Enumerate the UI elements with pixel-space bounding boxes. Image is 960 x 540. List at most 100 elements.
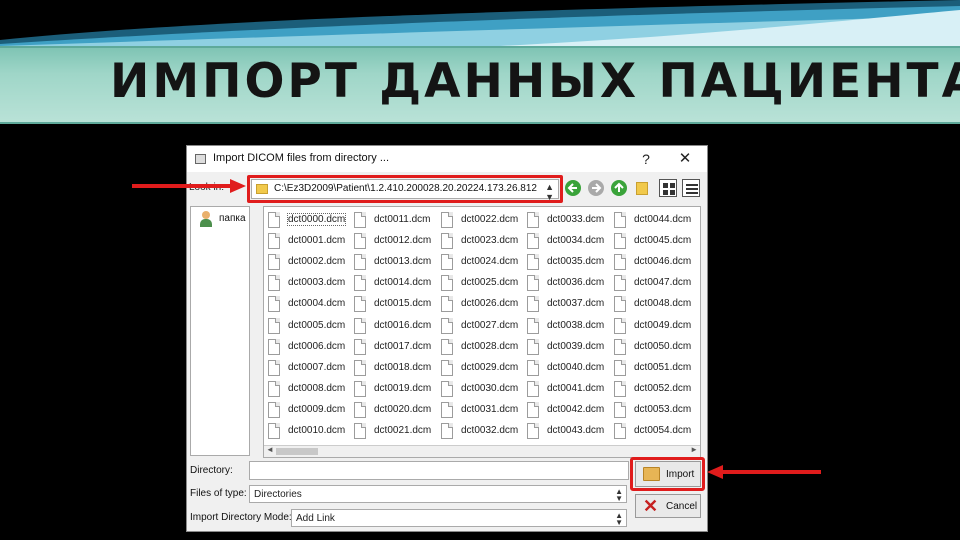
file-item[interactable]: dct0043.dcm [523, 421, 609, 441]
file-item[interactable]: dct0032.dcm [437, 421, 523, 441]
file-item[interactable]: dct0034.dcm [523, 231, 609, 251]
file-item[interactable]: dct0026.dcm [437, 294, 523, 314]
file-item[interactable]: dct0004.dcm [264, 294, 350, 314]
file-name: dct0020.dcm [374, 403, 432, 415]
file-item[interactable]: dct0030.dcm [437, 379, 523, 399]
file-icon [268, 401, 280, 418]
file-item[interactable]: dct0010.dcm [264, 421, 350, 441]
file-item[interactable]: dct0018.dcm [350, 358, 436, 378]
file-item[interactable]: dct0015.dcm [350, 294, 436, 314]
file-item[interactable]: dct0022.dcm [437, 210, 523, 230]
file-item[interactable]: dct0005.dcm [264, 316, 350, 336]
file-item[interactable]: dct0035.dcm [523, 252, 609, 272]
file-item[interactable]: dct0046.dcm [610, 252, 696, 272]
file-type-label: Files of type: [190, 488, 247, 499]
file-name: dct0002.dcm [288, 256, 346, 268]
file-item[interactable]: dct0028.dcm [437, 337, 523, 357]
file-item[interactable]: dct0019.dcm [350, 379, 436, 399]
file-item[interactable]: dct0038.dcm [523, 316, 609, 336]
file-item[interactable]: dct0009.dcm [264, 400, 350, 420]
file-name: dct0051.dcm [634, 361, 692, 373]
file-item[interactable]: dct0039.dcm [523, 337, 609, 357]
file-name: dct0050.dcm [634, 340, 692, 352]
detail-view-button[interactable] [682, 179, 700, 197]
file-name: dct0041.dcm [547, 382, 605, 394]
close-button[interactable]: ✕ [674, 148, 696, 170]
file-item[interactable]: dct0031.dcm [437, 400, 523, 420]
file-item[interactable]: dct0000.dcm [264, 210, 350, 230]
back-button[interactable] [565, 180, 581, 196]
file-item[interactable]: dct0044.dcm [610, 210, 696, 230]
file-item[interactable]: dct0011.dcm [350, 210, 436, 230]
file-item[interactable]: dct0021.dcm [350, 421, 436, 441]
file-item[interactable]: dct0008.dcm [264, 379, 350, 399]
scroll-right-icon[interactable]: ► [690, 445, 698, 454]
file-item[interactable]: dct0041.dcm [523, 379, 609, 399]
new-folder-button[interactable] [636, 182, 648, 195]
file-name: dct0049.dcm [634, 319, 692, 331]
file-item[interactable]: dct0048.dcm [610, 294, 696, 314]
slide-title: ИМПОРТ ДАННЫХ ПАЦИЕНТА [110, 54, 960, 109]
scroll-left-icon[interactable]: ◄ [266, 445, 274, 454]
file-item[interactable]: dct0025.dcm [437, 273, 523, 293]
cancel-button-label: Cancel [666, 501, 698, 512]
directory-input[interactable] [249, 461, 629, 480]
file-item[interactable]: dct0036.dcm [523, 273, 609, 293]
horizontal-scrollbar[interactable]: ◄ ► [264, 445, 700, 457]
file-icon [614, 233, 626, 250]
file-name: dct0011.dcm [374, 214, 431, 225]
file-item[interactable]: dct0027.dcm [437, 316, 523, 336]
file-item[interactable]: dct0037.dcm [523, 294, 609, 314]
arrow-to-import-icon [707, 465, 821, 479]
file-item[interactable]: dct0033.dcm [523, 210, 609, 230]
file-type-select[interactable]: Directories ▲ ▼ [249, 485, 627, 503]
file-item[interactable]: dct0054.dcm [610, 421, 696, 441]
path-highlight-box [247, 175, 563, 203]
cancel-button[interactable]: ✕ Cancel [635, 494, 701, 518]
file-item[interactable]: dct0012.dcm [350, 231, 436, 251]
file-icon [441, 275, 453, 292]
file-item[interactable]: dct0002.dcm [264, 252, 350, 272]
file-icon [354, 359, 366, 376]
parent-directory-button[interactable] [611, 180, 627, 196]
file-item[interactable]: dct0052.dcm [610, 379, 696, 399]
file-item[interactable]: dct0042.dcm [523, 400, 609, 420]
file-item[interactable]: dct0050.dcm [610, 337, 696, 357]
file-item[interactable]: dct0049.dcm [610, 316, 696, 336]
file-icon [527, 275, 539, 292]
help-button[interactable]: ? [635, 148, 657, 170]
file-item[interactable]: dct0047.dcm [610, 273, 696, 293]
list-view-button[interactable] [659, 179, 677, 197]
scrollbar-thumb[interactable] [276, 448, 318, 455]
file-item[interactable]: dct0017.dcm [350, 337, 436, 357]
file-name: dct0033.dcm [547, 214, 605, 225]
file-item[interactable]: dct0024.dcm [437, 252, 523, 272]
file-item[interactable]: dct0051.dcm [610, 358, 696, 378]
file-icon [614, 423, 626, 439]
file-item[interactable]: dct0040.dcm [523, 358, 609, 378]
file-item[interactable]: dct0003.dcm [264, 273, 350, 293]
file-item[interactable]: dct0053.dcm [610, 400, 696, 420]
file-item[interactable]: dct0007.dcm [264, 358, 350, 378]
file-item[interactable]: dct0045.dcm [610, 231, 696, 251]
file-name: dct0042.dcm [547, 403, 605, 415]
file-name: dct0025.dcm [461, 277, 519, 289]
file-item[interactable]: dct0029.dcm [437, 358, 523, 378]
file-item[interactable]: dct0014.dcm [350, 273, 436, 293]
grid-icon [663, 183, 675, 195]
file-item[interactable]: dct0023.dcm [437, 231, 523, 251]
file-item[interactable]: dct0013.dcm [350, 252, 436, 272]
file-name: dct0016.dcm [374, 319, 432, 331]
file-item[interactable]: dct0016.dcm [350, 316, 436, 336]
file-item[interactable]: dct0001.dcm [264, 231, 350, 251]
file-item[interactable]: dct0020.dcm [350, 400, 436, 420]
dialog-titlebar[interactable]: Import DICOM files from directory ... ? … [187, 146, 707, 172]
file-name: dct0010.dcm [288, 425, 346, 436]
file-name: dct0026.dcm [461, 298, 519, 310]
file-icon [614, 338, 626, 355]
file-name: dct0009.dcm [288, 403, 346, 415]
wave-decoration [0, 0, 960, 46]
forward-button[interactable] [588, 180, 604, 196]
file-item[interactable]: dct0006.dcm [264, 337, 350, 357]
import-mode-select[interactable]: Add Link ▲ ▼ [291, 509, 627, 527]
